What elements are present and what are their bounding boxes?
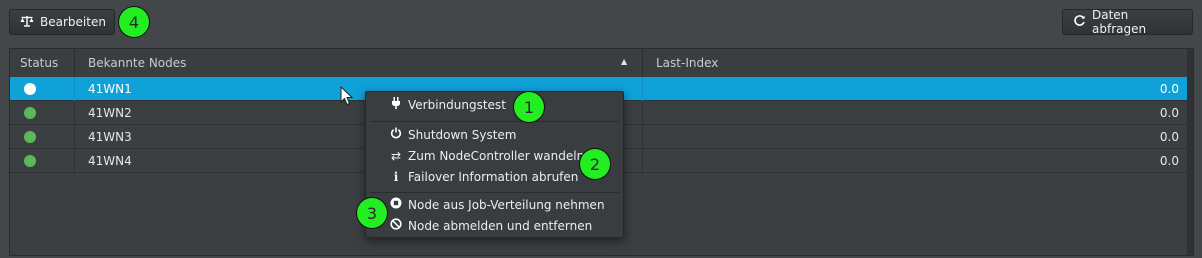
node-name: 41WN2: [88, 106, 132, 120]
menu-item-label: Zum NodeController wandeln: [408, 149, 585, 163]
exchange-icon: ⇄: [390, 149, 402, 163]
node-name: 41WN4: [88, 154, 132, 168]
scale-icon: [20, 15, 34, 30]
column-header-nodes[interactable]: Bekannte Nodes: [78, 49, 638, 77]
menu-item-label: Node abmelden und entfernen: [408, 219, 593, 233]
last-index-value: 0.0: [1159, 106, 1179, 120]
power-icon: [390, 125, 402, 145]
sort-ascending-icon: ▲: [621, 57, 628, 66]
mouse-cursor-icon: [340, 85, 354, 109]
status-dot: [24, 155, 36, 167]
node-name: 41WN1: [88, 82, 132, 96]
annotation-badge-4: 4: [119, 7, 149, 37]
status-dot: [24, 83, 36, 95]
stop-circle-icon: [390, 195, 402, 215]
menu-item-deregister-node[interactable]: Node abmelden und entfernen: [390, 216, 592, 236]
column-header-status[interactable]: Status: [10, 49, 74, 77]
annotation-badge-1: 1: [514, 92, 544, 122]
refresh-icon: [1073, 14, 1086, 30]
edit-button-label: Bearbeiten: [40, 15, 106, 29]
menu-item-label: Failover Information abrufen: [408, 170, 579, 184]
menu-item-label: Verbindungstest: [408, 98, 506, 112]
menu-item-label: Node aus Job-Verteilung nehmen: [408, 198, 605, 212]
fetch-data-button[interactable]: Daten abfragen: [1062, 8, 1193, 36]
last-index-value: 0.0: [1159, 130, 1179, 144]
annotation-badge-2: 2: [580, 149, 610, 179]
menu-item-remove-from-job-distribution[interactable]: Node aus Job-Verteilung nehmen: [390, 195, 605, 215]
menu-item-label: Shutdown System: [408, 128, 517, 142]
info-icon: i: [393, 170, 399, 184]
plug-icon: [390, 95, 402, 115]
node-name: 41WN3: [88, 130, 132, 144]
column-header-last-index[interactable]: Last-Index: [646, 49, 1046, 77]
edit-button[interactable]: Bearbeiten: [9, 9, 115, 35]
last-index-value: 0.0: [1159, 82, 1179, 96]
status-dot: [24, 131, 36, 143]
menu-item-shutdown[interactable]: Shutdown System: [390, 125, 516, 145]
menu-item-connection-test[interactable]: Verbindungstest: [390, 95, 506, 115]
annotation-badge-3: 3: [357, 198, 387, 228]
grid-header: Status Bekannte Nodes ▲ Last-Index: [10, 49, 1193, 78]
vertical-scrollbar[interactable]: [1187, 49, 1193, 255]
status-dot: [24, 107, 36, 119]
ban-icon: [390, 216, 402, 236]
last-index-value: 0.0: [1159, 154, 1179, 168]
menu-item-failover-info[interactable]: i Failover Information abrufen: [390, 167, 579, 187]
fetch-data-button-label: Daten abfragen: [1092, 8, 1147, 36]
menu-item-convert-nodecontroller[interactable]: ⇄ Zum NodeController wandeln: [390, 146, 584, 166]
